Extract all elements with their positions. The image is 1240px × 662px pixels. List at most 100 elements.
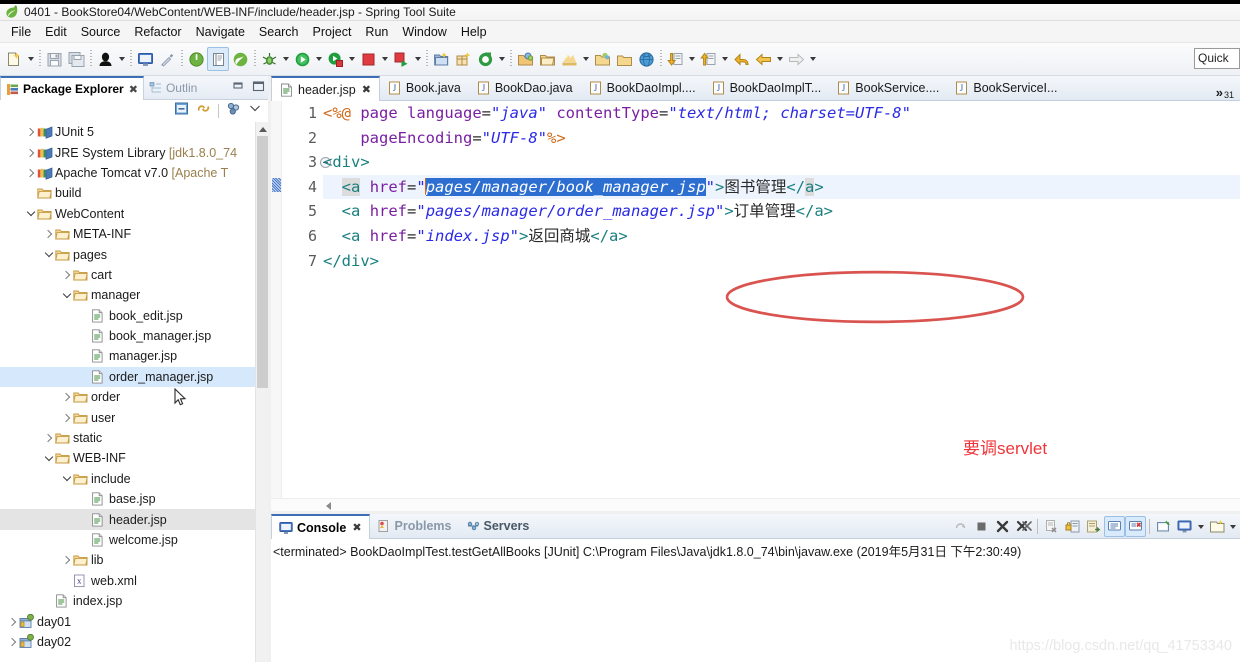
next-annotation-dropdown-arrow[interactable]: [686, 47, 697, 71]
tree-item-order-manager-jsp[interactable]: order_manager.jsp: [0, 366, 268, 388]
minimize-icon[interactable]: [232, 80, 245, 98]
run-icon[interactable]: [291, 47, 313, 71]
new-package-icon[interactable]: [452, 47, 474, 71]
chevron-down-icon[interactable]: [24, 212, 37, 215]
editor-tab-bookservicei[interactable]: J BookServiceI...: [947, 76, 1065, 100]
tree-item-manager-jsp[interactable]: manager.jsp: [0, 346, 268, 366]
display-selected-console-icon[interactable]: [1174, 516, 1195, 537]
new-dropdown-arrow[interactable]: [25, 47, 36, 71]
code-line-5[interactable]: <a href="pages/manager/order_manager.jsp…: [323, 199, 1240, 224]
pin-console-icon[interactable]: [1153, 516, 1174, 537]
scrollbar-thumb[interactable]: [257, 136, 268, 388]
new-class-dropdown-arrow[interactable]: [496, 47, 507, 71]
tree-item-book-edit-jsp[interactable]: book_edit.jsp: [0, 306, 268, 326]
chevron-right-icon[interactable]: [24, 170, 37, 176]
tree-vertical-scrollbar[interactable]: [255, 122, 268, 662]
forward-icon[interactable]: [785, 47, 807, 71]
chevron-right-icon[interactable]: [60, 394, 73, 400]
editor-tab-bookdao-java[interactable]: J BookDao.java: [469, 76, 581, 100]
show-console-on-error-icon[interactable]: [1125, 516, 1146, 537]
print-icon[interactable]: [94, 47, 116, 71]
editor-tab-book-java[interactable]: J Book.java: [380, 76, 469, 100]
view-menu-icon[interactable]: [248, 101, 262, 120]
previous-annotation-dropdown-arrow[interactable]: [719, 47, 730, 71]
editor-tab-bookservice[interactable]: J BookService....: [829, 76, 947, 100]
terminate-icon[interactable]: [971, 516, 992, 537]
editor-annotation-ruler[interactable]: [271, 101, 282, 511]
back-icon[interactable]: [752, 47, 774, 71]
open-console-icon[interactable]: [134, 47, 156, 71]
menu-project[interactable]: Project: [306, 23, 359, 41]
tree-item-header-jsp[interactable]: header.jsp: [0, 509, 268, 530]
stop-icon[interactable]: [357, 47, 379, 71]
chevron-right-icon[interactable]: [6, 619, 19, 625]
remove-launch-icon[interactable]: [992, 516, 1013, 537]
new-spring-file-icon[interactable]: [207, 47, 229, 71]
tree-item-index-jsp[interactable]: index.jsp: [0, 591, 268, 611]
code-line-3[interactable]: <div>: [323, 150, 1240, 175]
code-area[interactable]: 1234567 <%@ page language="java" content…: [271, 101, 1240, 511]
search-dropdown-arrow[interactable]: [580, 47, 591, 71]
forward-dropdown-arrow[interactable]: [807, 47, 818, 71]
chevron-down-icon[interactable]: [42, 253, 55, 256]
print-dropdown-arrow[interactable]: [116, 47, 127, 71]
run-external-dropdown-arrow[interactable]: [346, 47, 357, 71]
tree-item-manager[interactable]: manager: [0, 285, 268, 305]
tree-item-base-jsp[interactable]: base.jsp: [0, 489, 268, 509]
close-icon[interactable]: ✖: [362, 83, 371, 96]
new-class-icon[interactable]: [474, 47, 496, 71]
menu-help[interactable]: Help: [454, 23, 494, 41]
link-with-editor-icon[interactable]: [196, 101, 211, 121]
quick-access-field[interactable]: Quick: [1194, 48, 1240, 69]
tree-item-day01[interactable]: day01: [0, 611, 268, 631]
run-server-icon[interactable]: [390, 47, 412, 71]
chevron-right-icon[interactable]: [6, 639, 19, 645]
run-dropdown-arrow[interactable]: [313, 47, 324, 71]
tree-item-build[interactable]: build: [0, 183, 268, 203]
chevron-right-icon[interactable]: [24, 129, 37, 135]
close-icon[interactable]: ✖: [352, 521, 361, 534]
console-output[interactable]: <terminated> BookDaoImplTest.testGetAllB…: [271, 539, 1240, 662]
chevron-right-icon[interactable]: [60, 415, 73, 421]
tree-item-pages[interactable]: pages: [0, 244, 268, 264]
tree-item-meta-inf[interactable]: META-INF: [0, 224, 268, 244]
chevron-right-icon[interactable]: [42, 435, 55, 441]
menu-run[interactable]: Run: [358, 23, 395, 41]
menu-refactor[interactable]: Refactor: [127, 23, 188, 41]
code-line-1[interactable]: <%@ page language="java" contentType="te…: [323, 101, 1240, 126]
open-console-arrow[interactable]: [1227, 516, 1238, 537]
chevron-right-icon[interactable]: [24, 150, 37, 156]
next-annotation-icon[interactable]: [664, 47, 686, 71]
code-line-7[interactable]: </div>: [323, 249, 1240, 274]
chevron-right-icon[interactable]: [42, 231, 55, 237]
remove-all-terminated-icon[interactable]: [1013, 516, 1034, 537]
boot-dashboard-icon[interactable]: [185, 47, 207, 71]
new-java-project-icon[interactable]: [430, 47, 452, 71]
run-server-dropdown-arrow[interactable]: [412, 47, 423, 71]
tree-item-jre-system-library[interactable]: JRE System Library [jdk1.8.0_74: [0, 142, 268, 162]
scroll-left-icon[interactable]: [323, 500, 334, 511]
chevron-right-icon[interactable]: [60, 272, 73, 278]
chevron-down-icon[interactable]: [60, 477, 73, 480]
tree-item-web-xml[interactable]: x web.xml: [0, 571, 268, 591]
toggle-markoccurrences-icon[interactable]: [156, 47, 178, 71]
chevron-down-icon[interactable]: [60, 294, 73, 297]
tree-item-order[interactable]: order: [0, 387, 268, 407]
editor-tab-header-jsp[interactable]: header.jsp ✖: [271, 76, 380, 101]
globe-icon[interactable]: [635, 47, 657, 71]
chevron-down-icon[interactable]: [42, 457, 55, 460]
run-external-icon[interactable]: [324, 47, 346, 71]
menu-search[interactable]: Search: [252, 23, 306, 41]
last-edit-location-icon[interactable]: [730, 47, 752, 71]
open-task-icon[interactable]: [536, 47, 558, 71]
chevron-right-icon[interactable]: [60, 557, 73, 563]
code-line-4[interactable]: <a href="pages/manager/book_manager.jsp"…: [323, 174, 1240, 200]
open-console-icon[interactable]: [1206, 516, 1227, 537]
tree-item-welcome-jsp[interactable]: welcome.jsp: [0, 530, 268, 550]
stop-dropdown-arrow[interactable]: [379, 47, 390, 71]
editor-tab-bookdaoimpltest[interactable]: J BookDaoImplT...: [704, 76, 830, 100]
tree-item-day02[interactable]: day02: [0, 632, 268, 652]
tree-item-apache-tomcat-v7-0[interactable]: Apache Tomcat v7.0 [Apache T: [0, 163, 268, 183]
menu-navigate[interactable]: Navigate: [189, 23, 252, 41]
scroll-up-icon[interactable]: [256, 122, 268, 136]
